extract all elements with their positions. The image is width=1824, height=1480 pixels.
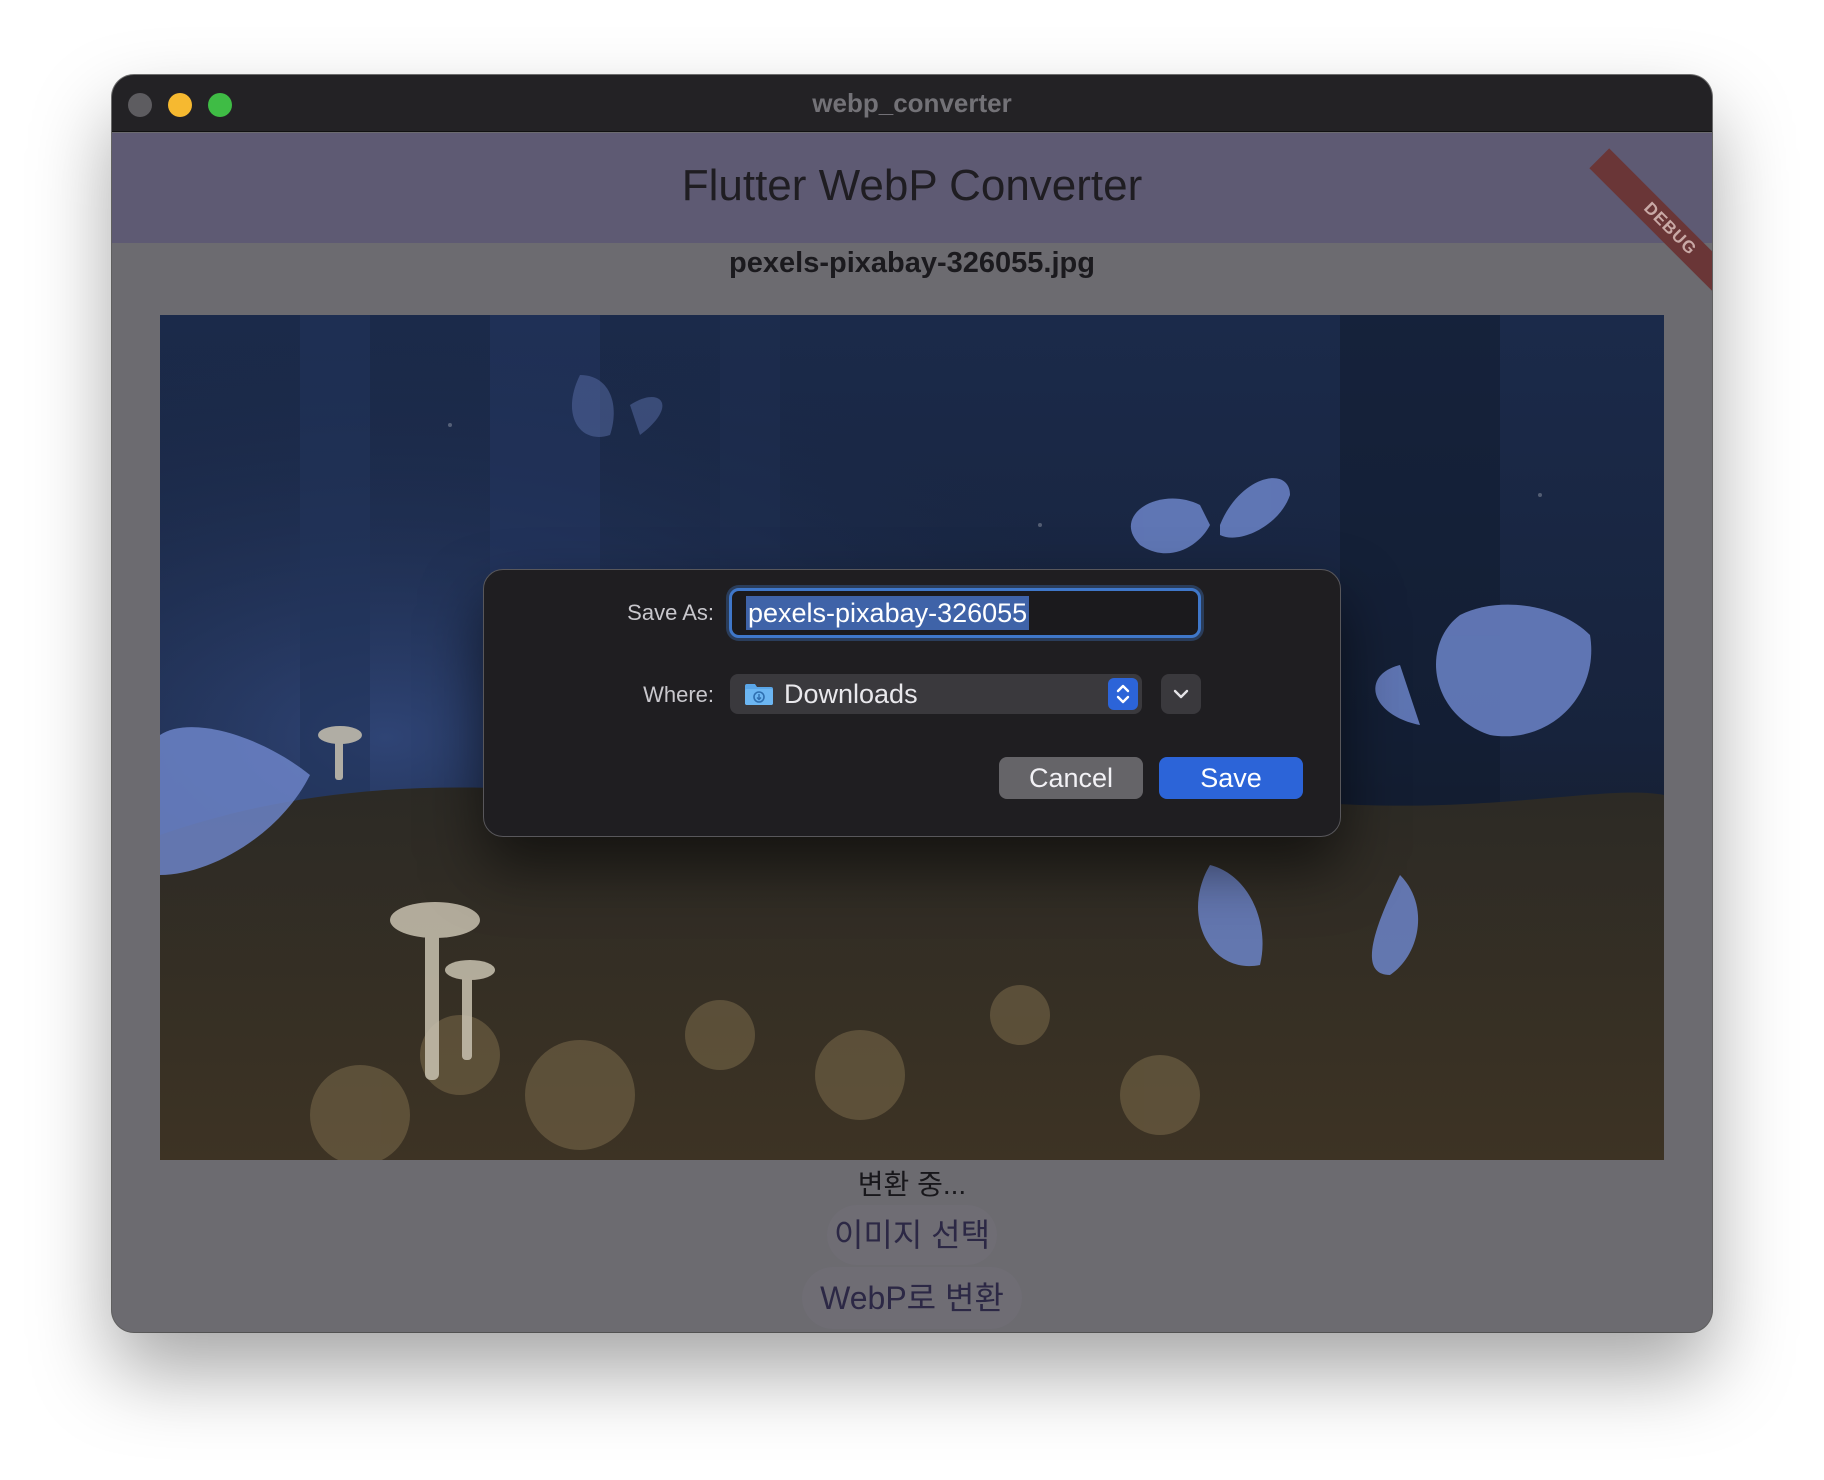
where-label: Where:	[643, 682, 714, 707]
window-title: webp_converter	[812, 88, 1012, 118]
where-value: Downloads	[784, 678, 918, 709]
expand-dialog-button[interactable]	[1161, 674, 1201, 714]
updown-chevrons-icon	[1108, 678, 1138, 710]
downloads-folder-icon	[744, 682, 774, 706]
save-button[interactable]: Save	[1159, 757, 1303, 799]
save-dialog: Save As: pexels-pixabay-326055 Where: Do…	[483, 569, 1341, 837]
page-title: Flutter WebP Converter	[681, 161, 1143, 210]
chevron-down-icon	[1173, 689, 1189, 699]
convert-to-webp-button[interactable]: WebP로 변환	[802, 1267, 1022, 1329]
title-bar[interactable]: webp_converter	[112, 75, 1712, 132]
save-as-text: pexels-pixabay-326055	[746, 596, 1030, 630]
cancel-button[interactable]: Cancel	[999, 757, 1143, 799]
app-bar: Flutter WebP Converter DEBUG	[112, 133, 1712, 310]
select-image-button[interactable]: 이미지 선택	[827, 1205, 997, 1265]
where-popup-button[interactable]: Downloads	[730, 674, 1142, 714]
save-as-input[interactable]: pexels-pixabay-326055	[729, 588, 1201, 638]
save-as-label: Save As:	[627, 600, 714, 625]
selected-filename: pexels-pixabay-326055.jpg	[729, 247, 1095, 279]
status-text: 변환 중...	[857, 1169, 967, 1200]
